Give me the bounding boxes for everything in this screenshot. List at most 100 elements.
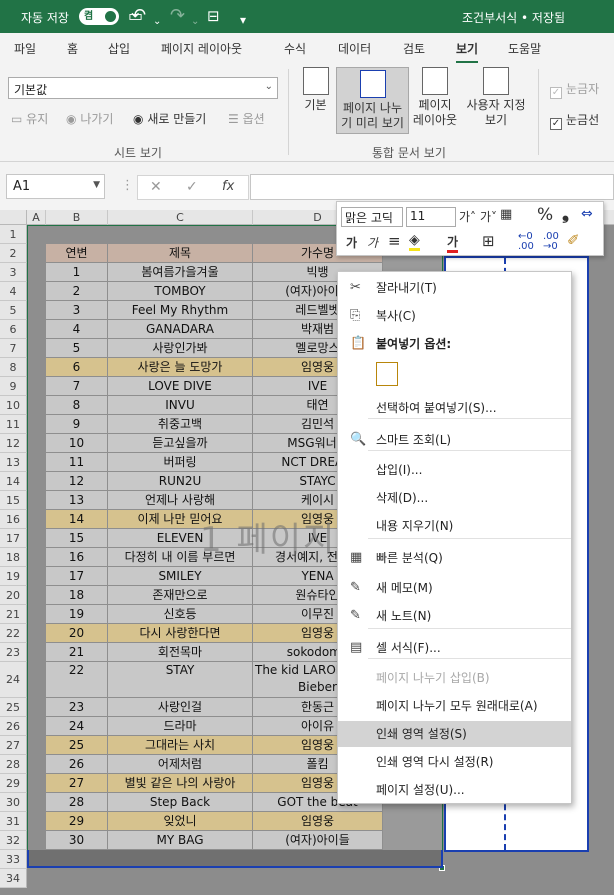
row-header[interactable]: 25 <box>0 698 27 717</box>
row-header[interactable]: 17 <box>0 529 27 548</box>
decrease-decimal-icon[interactable]: .00 →0 <box>543 232 559 252</box>
row-header[interactable]: 20 <box>0 586 27 605</box>
row-header[interactable]: 23 <box>0 643 27 662</box>
table-cell[interactable]: 다시 사랑한다면 <box>108 624 253 643</box>
gridlines-checkbox[interactable]: ✓ 눈금선 <box>550 111 599 130</box>
table-cell[interactable]: Step Back <box>108 793 253 812</box>
table-cell[interactable]: 신호등 <box>108 605 253 624</box>
table-cell[interactable]: 29 <box>46 812 108 831</box>
row-header[interactable]: 3 <box>0 263 27 282</box>
row-header[interactable]: 2 <box>0 244 27 263</box>
align-center-button[interactable]: ≡ <box>388 232 401 250</box>
row-header[interactable]: 33 <box>0 850 27 869</box>
table-cell[interactable]: MY BAG <box>108 831 253 850</box>
new-view-button[interactable]: ◉ 새로 만들기 <box>133 110 206 127</box>
column-header-b[interactable]: B <box>46 210 108 225</box>
table-cell[interactable]: 11 <box>46 453 108 472</box>
row-header[interactable]: 30 <box>0 793 27 812</box>
table-cell[interactable]: 8 <box>46 396 108 415</box>
accounting-format-icon[interactable]: ▦ <box>500 207 512 222</box>
autosave-toggle[interactable]: 켬 <box>79 8 119 25</box>
customize-toolbar-icon[interactable]: ▾ <box>240 10 246 30</box>
fill-color-icon[interactable]: ◈ <box>409 232 420 251</box>
row-header[interactable]: 22 <box>0 624 27 643</box>
table-cell[interactable]: 25 <box>46 736 108 755</box>
table-cell[interactable]: 22 <box>46 662 108 698</box>
table-cell[interactable]: 9 <box>46 415 108 434</box>
table-cell[interactable]: 회전목마 <box>108 643 253 662</box>
table-cell[interactable]: 23 <box>46 698 108 717</box>
tab-insert[interactable]: 삽입 <box>108 40 130 57</box>
row-header[interactable]: 10 <box>0 396 27 415</box>
row-header[interactable]: 15 <box>0 491 27 510</box>
column-header-c[interactable]: C <box>108 210 253 225</box>
increase-decimal-icon[interactable]: ←0.00 <box>518 232 534 252</box>
borders-icon[interactable]: ⊞ <box>482 232 495 250</box>
row-header[interactable]: 27 <box>0 736 27 755</box>
font-name-select[interactable]: 맑은 고딕 <box>341 207 403 227</box>
shrink-font-button[interactable]: 가˅ <box>480 208 497 225</box>
table-cell[interactable]: 15 <box>46 529 108 548</box>
table-cell[interactable]: 10 <box>46 434 108 453</box>
tab-formulas[interactable]: 수식 <box>284 40 306 57</box>
menu-item[interactable]: 페이지 나누기 모두 원래대로(A) <box>338 693 571 719</box>
table-cell[interactable]: 잊었니 <box>108 812 253 831</box>
table-cell[interactable]: STAY <box>108 662 253 698</box>
row-header[interactable]: 5 <box>0 301 27 320</box>
table-cell[interactable]: 19 <box>46 605 108 624</box>
row-header[interactable]: 29 <box>0 774 27 793</box>
row-header[interactable]: 28 <box>0 755 27 774</box>
menu-item[interactable]: 페이지 설정(U)... <box>338 777 571 803</box>
row-header[interactable]: 8 <box>0 358 27 377</box>
table-cell[interactable]: (여자)아이들 <box>253 831 383 850</box>
table-cell[interactable]: INVU <box>108 396 253 415</box>
table-cell[interactable]: 17 <box>46 567 108 586</box>
menu-item[interactable]: ✂ 잘라내기(T) <box>338 275 571 301</box>
italic-button[interactable]: 가 <box>367 234 378 251</box>
tab-file[interactable]: 파일 <box>14 40 36 57</box>
table-cell[interactable]: 별빛 같은 나의 사랑아 <box>108 774 253 793</box>
table-cell[interactable]: 취중고백 <box>108 415 253 434</box>
row-header[interactable]: 11 <box>0 415 27 434</box>
table-cell[interactable]: 버퍼링 <box>108 453 253 472</box>
percent-style-button[interactable]: % <box>537 205 553 225</box>
table-cell[interactable]: 어제처럼 <box>108 755 253 774</box>
row-header[interactable]: 4 <box>0 282 27 301</box>
form-icon[interactable]: ⊟ <box>207 6 220 26</box>
tab-review[interactable]: 검토 <box>403 40 425 57</box>
row-header[interactable]: 9 <box>0 377 27 396</box>
row-header[interactable]: 18 <box>0 548 27 567</box>
table-cell[interactable]: 5 <box>46 339 108 358</box>
row-header[interactable]: 6 <box>0 320 27 339</box>
table-cell[interactable]: 21 <box>46 643 108 662</box>
undo-dropdown-icon[interactable]: ⌄ <box>153 12 161 32</box>
table-cell[interactable]: 언제나 사랑해 <box>108 491 253 510</box>
table-cell[interactable]: 24 <box>46 717 108 736</box>
row-header[interactable]: 12 <box>0 434 27 453</box>
menu-item[interactable]: 📋 붙여넣기 옵션: <box>338 331 571 357</box>
tab-help[interactable]: 도움말 <box>508 40 541 57</box>
table-cell[interactable]: 6 <box>46 358 108 377</box>
row-header[interactable]: 7 <box>0 339 27 358</box>
menu-item[interactable]: ⎘ 복사(C) <box>338 303 571 329</box>
row-header[interactable]: 21 <box>0 605 27 624</box>
table-cell[interactable]: GANADARA <box>108 320 253 339</box>
table-cell[interactable]: 7 <box>46 377 108 396</box>
row-header[interactable]: 16 <box>0 510 27 529</box>
tab-page-layout[interactable]: 페이지 레이아웃 <box>161 40 242 57</box>
insert-function-icon[interactable]: fx <box>222 179 234 194</box>
table-header-cell[interactable]: 제목 <box>108 244 253 263</box>
table-cell[interactable]: 16 <box>46 548 108 567</box>
font-size-select[interactable]: 11 <box>406 207 456 227</box>
font-color-button[interactable]: 가 <box>447 233 459 253</box>
row-header[interactable]: 19 <box>0 567 27 586</box>
table-cell[interactable]: 그대라는 사치 <box>108 736 253 755</box>
table-cell[interactable]: 사랑은 늘 도망가 <box>108 358 253 377</box>
row-header[interactable]: 34 <box>0 869 27 888</box>
merge-center-icon[interactable]: ⇔ <box>581 206 593 222</box>
paste-option-icon[interactable] <box>376 362 398 386</box>
undo-icon[interactable]: ↶ <box>131 6 146 26</box>
table-cell[interactable]: 사랑인가봐 <box>108 339 253 358</box>
name-box[interactable]: A1 ▼ <box>6 174 105 199</box>
menu-item[interactable]: 삭제(D)... <box>338 485 571 511</box>
